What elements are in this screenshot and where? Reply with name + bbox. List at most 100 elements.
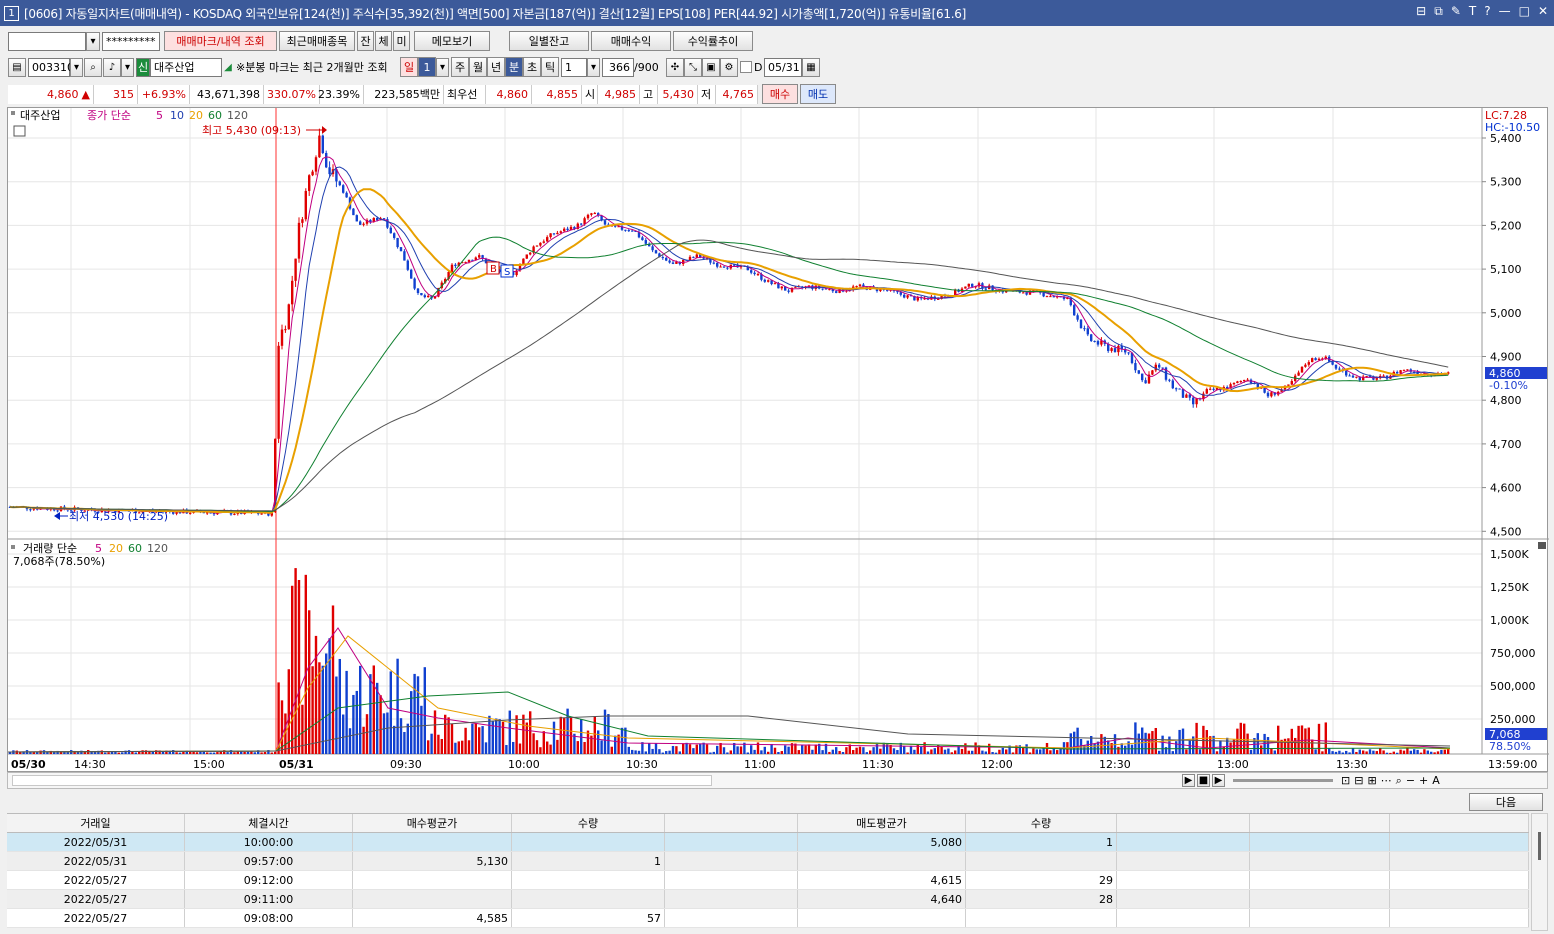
col-sell-qty[interactable]: 수량 bbox=[966, 814, 1117, 832]
settings-gear-icon[interactable]: ⚙ bbox=[720, 57, 738, 77]
table-row[interactable]: 2022/05/31 09:57:00 5,130 1 bbox=[7, 852, 1529, 871]
text-icon[interactable]: T bbox=[1469, 4, 1476, 19]
period-day[interactable]: 일 bbox=[400, 57, 418, 77]
sell-button[interactable]: 매도 bbox=[800, 84, 836, 104]
daily-balance-button[interactable]: 일별잔고 bbox=[509, 31, 589, 51]
candle-body bbox=[342, 185, 345, 193]
legend-price-type[interactable]: 종가 단순 bbox=[87, 109, 131, 122]
code-dropdown-icon[interactable]: ▾ bbox=[70, 57, 83, 77]
table-row[interactable]: 2022/05/31 10:00:00 5,080 1 bbox=[7, 833, 1529, 852]
stock-code-input[interactable]: 003310 bbox=[28, 57, 74, 77]
compare-icon[interactable]: ⋯ bbox=[1381, 774, 1392, 788]
zoom-slider[interactable] bbox=[1233, 779, 1333, 782]
table-scrollbar[interactable] bbox=[1531, 813, 1548, 931]
password-input[interactable]: ********* bbox=[102, 31, 160, 51]
volume-bar bbox=[331, 605, 335, 754]
pin-icon[interactable]: ✎ bbox=[1451, 4, 1461, 19]
candle-body bbox=[1355, 376, 1358, 378]
volume-bar bbox=[233, 752, 236, 754]
candle-body bbox=[338, 181, 341, 186]
memo-button[interactable]: 메모보기 bbox=[414, 31, 490, 51]
tool-icon[interactable]: ⤡ bbox=[684, 57, 702, 77]
trade-mark-query-button[interactable]: 매매마크/내역 조회 bbox=[164, 31, 277, 51]
legend-stock-name[interactable]: 대주산업 bbox=[20, 109, 60, 122]
toolbar-stock: ▤ 003310 ▾ ⌕ ♪ ▾ 신 대주산업 ◢ ※분봉 마크는 최근 2개월… bbox=[0, 56, 1554, 78]
col-buy-qty[interactable]: 수량 bbox=[512, 814, 665, 832]
volume-bar bbox=[522, 714, 525, 754]
count-input[interactable]: 366 bbox=[602, 57, 634, 77]
vol-legend-name[interactable]: 거래량 단순 bbox=[23, 542, 77, 555]
close-icon[interactable]: ✕ bbox=[1538, 4, 1548, 19]
calendar-icon[interactable]: ▦ bbox=[802, 57, 820, 77]
split-icon[interactable]: ⊟ bbox=[1354, 774, 1363, 788]
turnover-rate: 23.39% bbox=[318, 84, 364, 104]
play-icon[interactable]: ▶ bbox=[1182, 774, 1195, 787]
candle-body bbox=[1025, 292, 1028, 295]
col-time[interactable]: 체결시간 bbox=[185, 814, 353, 832]
pane-collapse-icon[interactable] bbox=[1538, 542, 1546, 549]
stock-name-field[interactable]: 대주산업 bbox=[150, 57, 222, 77]
zoom-in-icon[interactable]: + bbox=[1419, 774, 1428, 788]
speaker-icon[interactable]: ♪ bbox=[103, 57, 121, 77]
scale-icon[interactable]: ⊞ bbox=[1367, 774, 1376, 788]
trade-profit-button[interactable]: 매매수익 bbox=[591, 31, 671, 51]
account-select[interactable] bbox=[8, 31, 86, 51]
search-icon[interactable]: ⌕ bbox=[84, 57, 102, 77]
next-button[interactable]: 다음 bbox=[1469, 793, 1543, 811]
save-icon[interactable]: ▣ bbox=[702, 57, 720, 77]
chart-type-icon[interactable]: ▤ bbox=[8, 57, 26, 77]
layout-icon[interactable]: ⊟ bbox=[1416, 4, 1426, 19]
executed-button[interactable]: 체 bbox=[375, 31, 392, 51]
volume-bar bbox=[29, 752, 32, 754]
chart-scrollbar[interactable]: ▶ ■ ▶ ⊡ ⊟ ⊞ ⋯ ⌕ − + A bbox=[7, 772, 1548, 789]
volume-bar bbox=[423, 667, 426, 754]
date-checkbox[interactable] bbox=[740, 61, 752, 73]
col-sell-avg[interactable]: 매도평균가 bbox=[798, 814, 966, 832]
period-day-count[interactable]: 1 bbox=[418, 57, 436, 77]
magnify-icon[interactable]: ⌕ bbox=[1396, 774, 1402, 788]
table-row[interactable]: 2022/05/27 09:12:00 4,615 29 bbox=[7, 871, 1529, 890]
stop-icon[interactable]: ■ bbox=[1197, 774, 1210, 787]
balance-button[interactable]: 잔 bbox=[357, 31, 374, 51]
scroll-track[interactable] bbox=[12, 775, 712, 786]
period-week[interactable]: 주 bbox=[451, 57, 469, 77]
candle-body bbox=[542, 241, 545, 243]
col-date[interactable]: 거래일 bbox=[7, 814, 185, 832]
fast-forward-icon[interactable]: ▶ bbox=[1212, 774, 1225, 787]
recent-stocks-button[interactable]: 최근매매종목 bbox=[279, 31, 355, 51]
period-tick[interactable]: 틱 bbox=[541, 57, 559, 77]
period-minute[interactable]: 분 bbox=[505, 57, 523, 77]
zoom-out-icon[interactable]: − bbox=[1406, 774, 1415, 788]
chart-canvas[interactable]: 5,4005,3005,2005,1005,0004,9004,8004,700… bbox=[7, 108, 1549, 773]
candle-body bbox=[726, 267, 729, 269]
interval-dropdown-icon[interactable]: ▾ bbox=[587, 57, 600, 77]
period-year[interactable]: 년 bbox=[487, 57, 505, 77]
table-scroll-thumb[interactable] bbox=[1538, 832, 1541, 860]
col-buy-avg[interactable]: 매수평균가 bbox=[353, 814, 512, 832]
stock-chart[interactable]: 5,400 5,300 5,200 5,100 5,000 4,900 4,800 4,700… bbox=[7, 107, 1549, 773]
table-row[interactable]: 2022/05/27 09:08:00 4,585 57 bbox=[7, 909, 1529, 928]
period-dropdown-icon[interactable]: ▾ bbox=[436, 57, 449, 77]
window-index[interactable]: 1 bbox=[4, 5, 19, 21]
help-icon[interactable]: ? bbox=[1484, 4, 1490, 19]
period-month[interactable]: 월 bbox=[469, 57, 487, 77]
maximize-icon[interactable]: □ bbox=[1519, 4, 1530, 19]
unfilled-button[interactable]: 미 bbox=[393, 31, 410, 51]
expand-icon[interactable]: ◢ bbox=[222, 58, 234, 77]
volume-bar bbox=[294, 568, 297, 754]
profit-rate-button[interactable]: 수익률추이 bbox=[673, 31, 753, 51]
font-size-icon[interactable]: A bbox=[1432, 774, 1440, 788]
period-second[interactable]: 초 bbox=[523, 57, 541, 77]
minimize-icon[interactable]: — bbox=[1499, 4, 1511, 19]
crosshair-icon[interactable]: ✣ bbox=[666, 57, 684, 77]
buy-button[interactable]: 매수 bbox=[762, 84, 798, 104]
table-toggle-icon[interactable] bbox=[13, 125, 26, 137]
interval-input[interactable]: 1 bbox=[561, 57, 587, 77]
table-row[interactable]: 2022/05/27 09:11:00 4,640 28 bbox=[7, 890, 1529, 909]
account-dropdown-icon[interactable]: ▾ bbox=[86, 31, 100, 51]
fit-icon[interactable]: ⊡ bbox=[1341, 774, 1350, 788]
speaker-dropdown-icon[interactable]: ▾ bbox=[121, 57, 134, 77]
copy-window-icon[interactable]: ⧉ bbox=[1434, 4, 1443, 19]
date-input[interactable]: 05/31 bbox=[764, 57, 802, 77]
cell-buy-qty: 1 bbox=[512, 852, 665, 870]
